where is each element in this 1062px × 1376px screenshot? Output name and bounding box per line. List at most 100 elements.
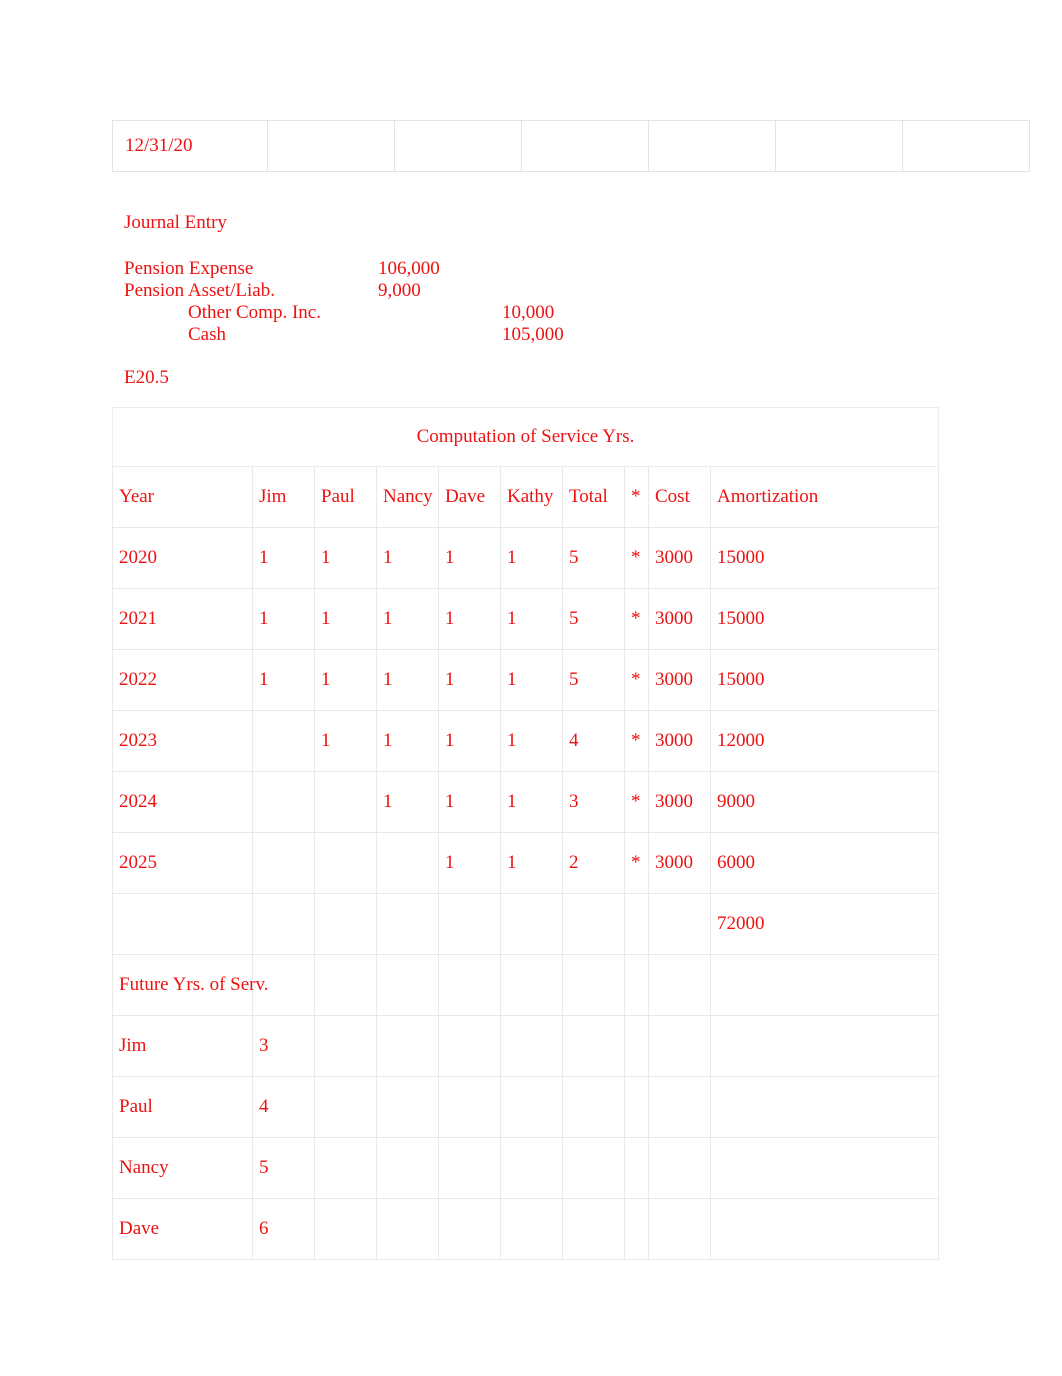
cell-kathy[interactable] (500, 1076, 563, 1138)
cell-kathy[interactable]: 1 (500, 710, 563, 772)
cell-total[interactable] (562, 1198, 625, 1260)
cell-amortization-total[interactable]: 72000 (709, 893, 940, 955)
cell-dave[interactable] (438, 1076, 501, 1138)
cell-paul[interactable]: 1 (314, 588, 377, 650)
cell-asterisk[interactable] (624, 1137, 649, 1199)
cell-future-years[interactable]: 5 (252, 1137, 315, 1199)
cell-amortization[interactable] (709, 1076, 940, 1138)
cell-paul[interactable]: 1 (314, 527, 377, 589)
cell-jim[interactable]: 1 (252, 527, 315, 589)
cell-total[interactable]: 3 (562, 771, 625, 833)
cell-kathy[interactable]: 1 (500, 527, 563, 589)
cell-nancy[interactable]: 1 (376, 527, 439, 589)
cell-jim[interactable] (252, 832, 315, 894)
cell-total[interactable] (562, 1015, 625, 1077)
cell-nancy[interactable]: 1 (376, 588, 439, 650)
cell-total[interactable]: 5 (562, 649, 625, 711)
cell-future-years-label[interactable]: Future Yrs. of Serv. (112, 954, 269, 1016)
cell-employee-name[interactable]: Jim (112, 1015, 253, 1077)
cell-dave[interactable] (438, 1198, 501, 1260)
cell-asterisk[interactable] (624, 954, 649, 1016)
cell-amortization[interactable]: 15000 (709, 588, 940, 650)
cell-asterisk[interactable] (624, 1076, 649, 1138)
cell-jim[interactable] (252, 771, 315, 833)
cell-kathy[interactable]: 1 (500, 588, 563, 650)
cell-jim[interactable]: 1 (252, 588, 315, 650)
cell-amortization[interactable]: 9000 (709, 771, 940, 833)
cell-amortization[interactable]: 15000 (709, 527, 940, 589)
cell-blank-6[interactable] (902, 120, 1030, 172)
cell-amortization[interactable]: 6000 (709, 832, 940, 894)
cell-blank-3[interactable] (521, 120, 649, 172)
cell-cost[interactable] (648, 1198, 711, 1260)
cell-cost[interactable] (648, 1076, 711, 1138)
cell-paul[interactable] (314, 1137, 377, 1199)
cell-jim[interactable] (252, 893, 315, 955)
cell-amortization[interactable] (709, 1015, 940, 1077)
cell-asterisk[interactable]: * (624, 588, 649, 650)
cell-amortization[interactable] (709, 954, 940, 1016)
cell-employee-name[interactable]: Paul (112, 1076, 253, 1138)
cell-future-years[interactable]: 6 (252, 1198, 315, 1260)
cell-total[interactable] (562, 954, 625, 1016)
cell-dave[interactable]: 1 (438, 649, 501, 711)
cell-cost[interactable]: 3000 (648, 527, 711, 589)
cell-dave[interactable]: 1 (438, 527, 501, 589)
cell-kathy[interactable]: 1 (500, 649, 563, 711)
cell-asterisk[interactable]: * (624, 649, 649, 711)
cell-kathy[interactable] (500, 1198, 563, 1260)
cell-year[interactable]: 2022 (112, 649, 253, 711)
cell-cost[interactable] (648, 1137, 711, 1199)
cell-dave[interactable]: 1 (438, 588, 501, 650)
cell-dave[interactable] (438, 954, 501, 1016)
cell-asterisk[interactable] (624, 1015, 649, 1077)
cell-asterisk[interactable] (624, 1198, 649, 1260)
cell-future-years[interactable]: 3 (252, 1015, 315, 1077)
cell-blank-5[interactable] (775, 120, 903, 172)
cell-kathy[interactable] (500, 893, 563, 955)
cell-total[interactable]: 2 (562, 832, 625, 894)
cell-blank-2[interactable] (394, 120, 522, 172)
cell-total[interactable] (562, 1137, 625, 1199)
cell-total[interactable] (562, 1076, 625, 1138)
cell-paul[interactable]: 1 (314, 649, 377, 711)
cell-nancy[interactable] (376, 1076, 439, 1138)
cell-year[interactable]: 2021 (112, 588, 253, 650)
cell-dave[interactable]: 1 (438, 710, 501, 772)
cell-cost[interactable]: 3000 (648, 588, 711, 650)
cell-cost[interactable] (648, 954, 711, 1016)
cell-nancy[interactable] (376, 1198, 439, 1260)
cell-dave[interactable] (438, 1137, 501, 1199)
cell-dave[interactable] (438, 1015, 501, 1077)
cell-nancy[interactable] (376, 1137, 439, 1199)
cell-asterisk[interactable]: * (624, 710, 649, 772)
cell-dave[interactable]: 1 (438, 832, 501, 894)
cell-year[interactable]: 2023 (112, 710, 253, 772)
cell-cost[interactable]: 3000 (648, 649, 711, 711)
cell-total[interactable] (562, 893, 625, 955)
cell-paul[interactable] (314, 893, 377, 955)
cell-jim[interactable] (252, 710, 315, 772)
cell-nancy[interactable]: 1 (376, 771, 439, 833)
cell-blank-4[interactable] (648, 120, 776, 172)
cell-kathy[interactable] (500, 1015, 563, 1077)
cell-blank-1[interactable] (267, 120, 395, 172)
cell-jim[interactable]: 1 (252, 649, 315, 711)
cell-employee-name[interactable]: Dave (112, 1198, 253, 1260)
cell-cost[interactable] (648, 893, 711, 955)
cell-amortization[interactable] (709, 1137, 940, 1199)
cell-kathy[interactable] (500, 954, 563, 1016)
cell-year[interactable]: 2024 (112, 771, 253, 833)
cell-employee-name[interactable]: Nancy (112, 1137, 253, 1199)
cell-paul[interactable] (314, 954, 377, 1016)
cell-nancy[interactable] (376, 1015, 439, 1077)
cell-paul[interactable] (314, 832, 377, 894)
cell-kathy[interactable]: 1 (500, 832, 563, 894)
cell-nancy[interactable] (376, 832, 439, 894)
cell-cost[interactable] (648, 1015, 711, 1077)
cell-asterisk[interactable]: * (624, 771, 649, 833)
cell-nancy[interactable] (376, 954, 439, 1016)
cell-asterisk[interactable] (624, 893, 649, 955)
cell-future-years[interactable]: 4 (252, 1076, 315, 1138)
cell-nancy[interactable]: 1 (376, 649, 439, 711)
